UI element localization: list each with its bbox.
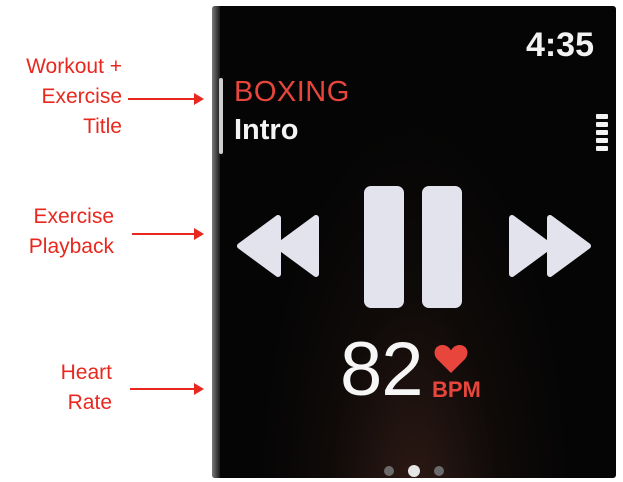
page-dot[interactable] [383, 466, 394, 476]
annotation-workout-title: Workout + Exercise Title [0, 52, 122, 142]
heart-rate-unit: BPM [432, 377, 481, 402]
annotation-line: Title [83, 115, 122, 138]
menu-icon[interactable] [596, 114, 608, 152]
watch-screen: 4:35 BOXING Intro 82 BPM [212, 6, 616, 478]
page-dot-active[interactable] [408, 465, 420, 477]
page-dot[interactable] [434, 466, 445, 476]
annotation-line: Exercise [41, 85, 122, 108]
annotation-exercise-playback: Exercise Playback [0, 202, 114, 262]
annotation-heart-rate: Heart Rate [0, 358, 112, 418]
annotation-arrow [128, 93, 204, 105]
pause-button[interactable] [362, 184, 464, 310]
annotation-line: Workout + [26, 55, 122, 78]
annotation-line: Rate [67, 391, 112, 414]
heart-rate-value: 82 [340, 327, 424, 412]
annotation-line: Playback [28, 235, 114, 258]
page-indicator [212, 463, 616, 478]
annotation-arrow [130, 383, 204, 395]
rewind-button[interactable] [236, 214, 320, 278]
rewind-icon [237, 215, 319, 277]
fast-forward-button[interactable] [508, 214, 592, 278]
annotation-line: Heart [60, 361, 112, 384]
fast-forward-icon [509, 215, 591, 277]
heart-icon [434, 344, 468, 379]
workout-title: BOXING [234, 76, 350, 108]
clock-time: 4:35 [525, 26, 594, 64]
scroll-indicator [219, 78, 223, 154]
annotation-arrow [132, 228, 204, 240]
annotation-line: Exercise [33, 205, 114, 228]
exercise-title: Intro [234, 114, 299, 146]
watch-bezel [212, 6, 220, 478]
pause-icon [364, 186, 462, 308]
